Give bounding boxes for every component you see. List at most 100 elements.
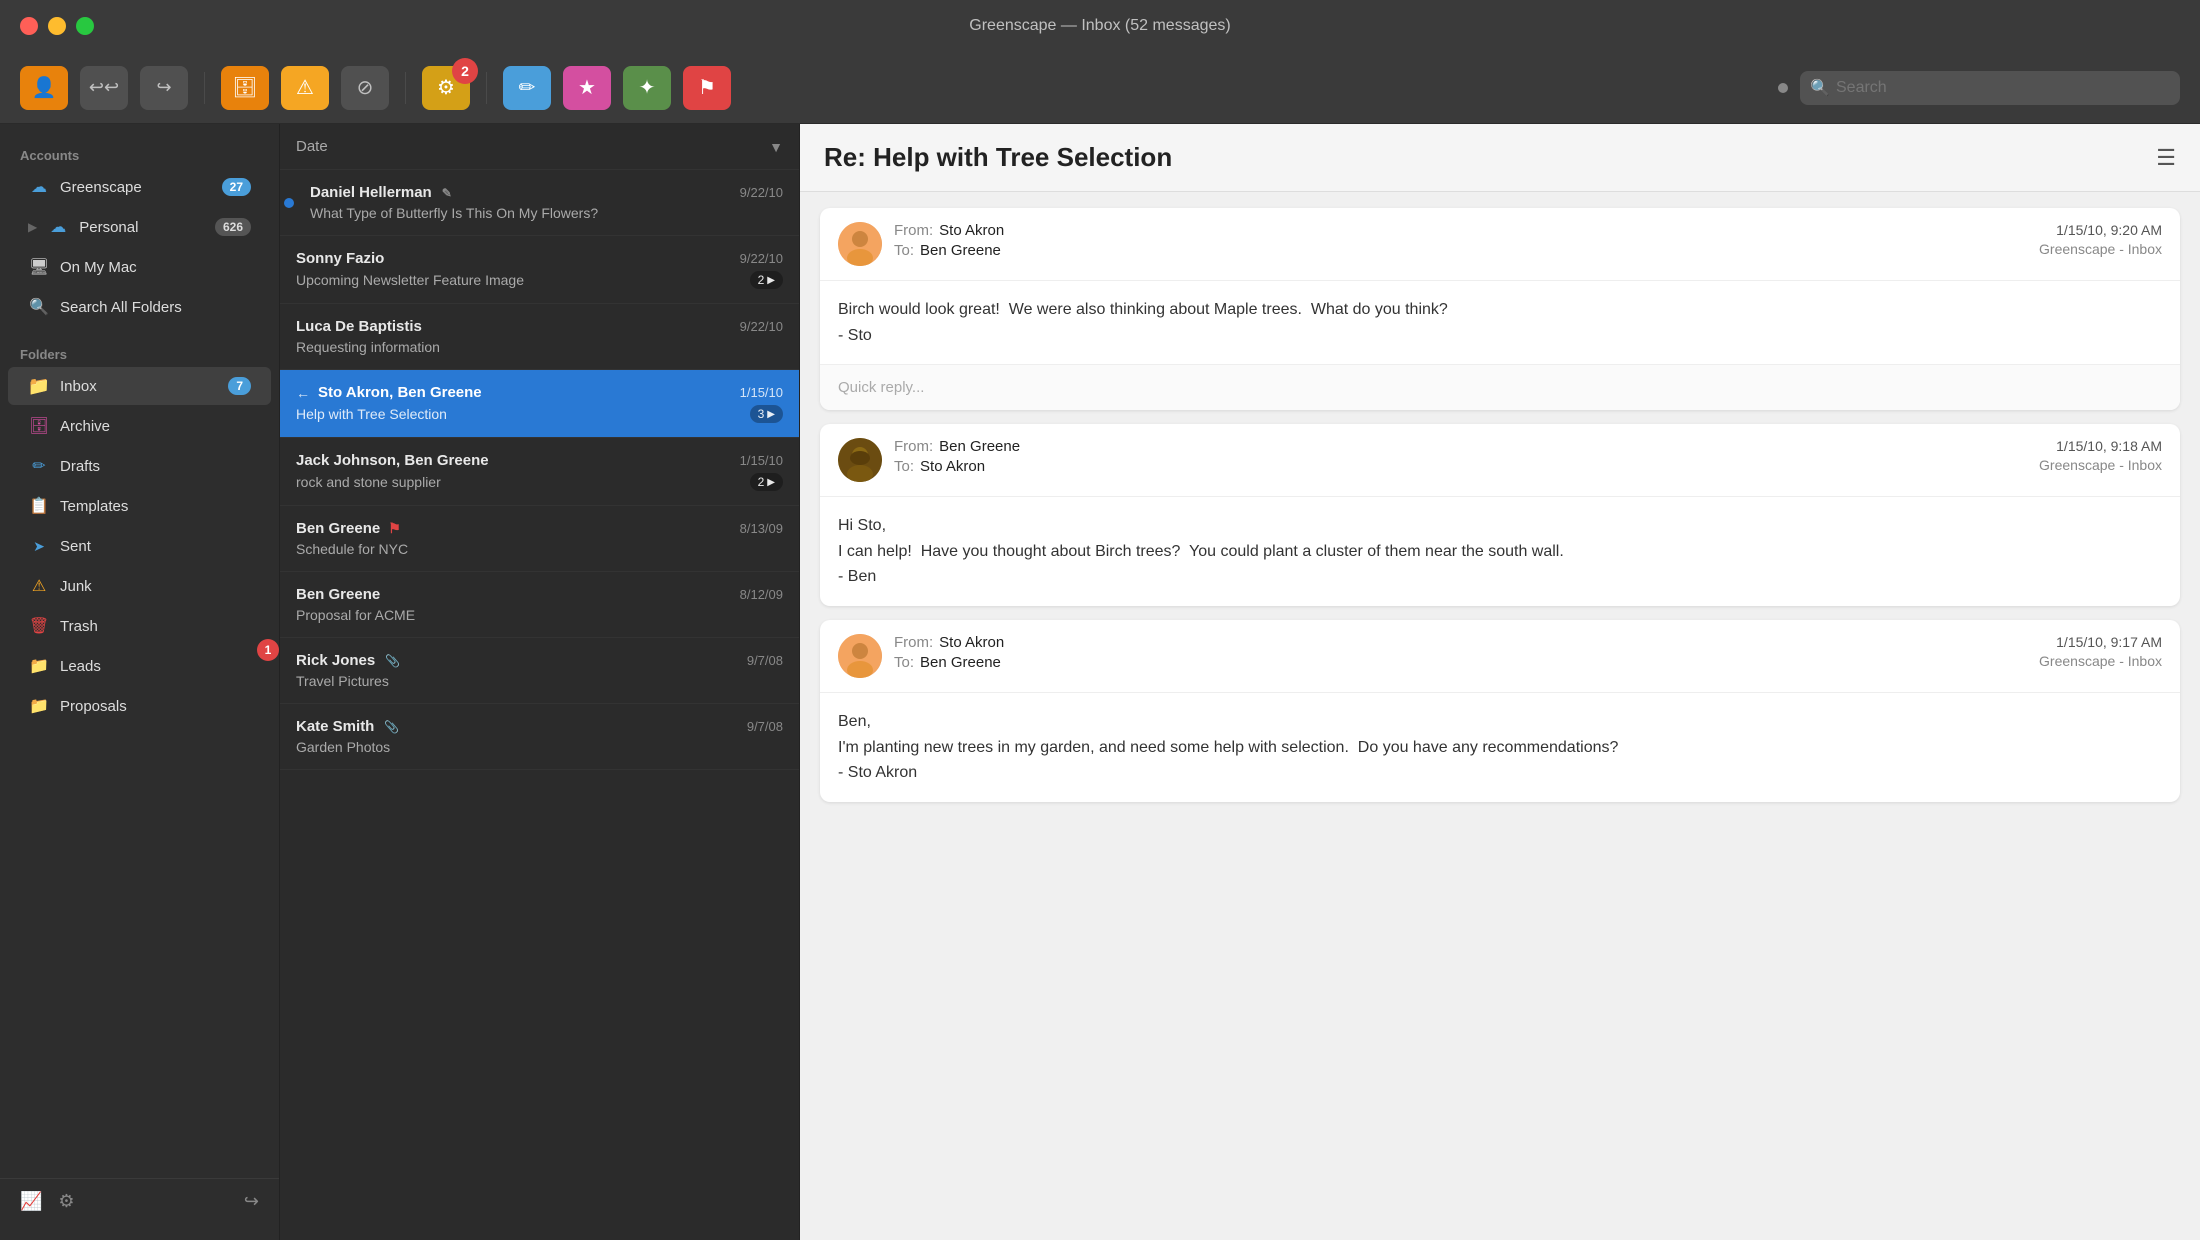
minimize-button[interactable] bbox=[48, 17, 66, 35]
to-label: To: bbox=[894, 242, 914, 259]
email-subject: Requesting information bbox=[296, 339, 783, 355]
email-item-top: Sonny Fazio 9/22/10 bbox=[296, 250, 783, 267]
titlebar: Greenscape — Inbox (52 messages) bbox=[0, 0, 2200, 52]
compose-button[interactable]: ✏ bbox=[503, 66, 551, 110]
toolbar: 👤 ↩↩ ↪ 🗄 ⚠ ⊘ ⚙ 2 ✏ ★ ✦ ⚑ 🔍 bbox=[0, 52, 2200, 124]
sidebar-item-sent[interactable]: ➤ Sent bbox=[8, 527, 271, 565]
email-subject-text: rock and stone supplier bbox=[296, 474, 441, 490]
email-item-3[interactable]: Luca De Baptistis 9/22/10 Requesting inf… bbox=[280, 304, 799, 370]
forward-icon: ↪ bbox=[156, 77, 171, 98]
thread-badge: 3 ▶ bbox=[750, 405, 783, 423]
reply-all-button[interactable]: ↩↩ bbox=[80, 66, 128, 110]
email-item-4[interactable]: ← Sto Akron, Ben Greene 1/15/10 Help wit… bbox=[280, 370, 799, 438]
email-date: 1/15/10 bbox=[740, 453, 783, 468]
from-row-1: From: Sto Akron bbox=[894, 222, 1004, 239]
archive-folder-icon: 🗄 bbox=[28, 415, 50, 437]
flag-button[interactable]: ⚑ bbox=[683, 66, 731, 110]
tag-button[interactable]: ✦ bbox=[623, 66, 671, 110]
to-row-2: To: Sto Akron bbox=[894, 458, 1020, 475]
email-item-9[interactable]: Kate Smith 📎 9/7/08 Garden Photos bbox=[280, 704, 799, 770]
avatar-sto-2 bbox=[838, 634, 882, 678]
email-subject-text: Upcoming Newsletter Feature Image bbox=[296, 272, 524, 288]
sidebar-greenscape-label: Greenscape bbox=[60, 179, 212, 196]
message-time-3: 1/15/10, 9:17 AM bbox=[2056, 634, 2162, 650]
email-subject-text: Travel Pictures bbox=[296, 673, 389, 689]
sidebar-item-trash[interactable]: 🗑 Trash bbox=[8, 607, 271, 645]
sidebar-junk-label: Junk bbox=[60, 578, 251, 595]
message-meta-3: From: Sto Akron To: Ben Greene bbox=[838, 634, 2039, 678]
search-input[interactable] bbox=[1800, 71, 2180, 105]
email-item-2[interactable]: Sonny Fazio 9/22/10 Upcoming Newsletter … bbox=[280, 236, 799, 304]
attachment-icon: 📎 bbox=[385, 654, 400, 668]
junk-folder-icon: ⚠ bbox=[28, 575, 50, 597]
email-sender: Ben Greene ⚑ bbox=[296, 520, 401, 537]
sidebar-item-templates[interactable]: 📋 Templates bbox=[8, 487, 271, 525]
sort-chevron-icon[interactable]: ▼ bbox=[769, 139, 783, 155]
to-name-3: Ben Greene bbox=[920, 654, 1001, 671]
email-item-top: Ben Greene ⚑ 8/13/09 bbox=[296, 520, 783, 537]
detail-menu-icon[interactable]: ☰ bbox=[2156, 145, 2176, 171]
delete-button[interactable]: ⊘ bbox=[341, 66, 389, 110]
time-info-1: 1/15/10, 9:20 AM Greenscape - Inbox bbox=[2039, 222, 2162, 257]
sidebar-item-proposals[interactable]: 📁 Proposals bbox=[8, 687, 271, 725]
email-item-7[interactable]: Ben Greene 8/12/09 Proposal for ACME bbox=[280, 572, 799, 638]
inbox-icon: 📁 bbox=[28, 375, 50, 397]
email-subject: Travel Pictures bbox=[296, 673, 783, 689]
gear-icon: ⚙ bbox=[437, 75, 455, 100]
email-item-8[interactable]: Rick Jones 📎 9/7/08 Travel Pictures bbox=[280, 638, 799, 704]
templates-icon: 📋 bbox=[28, 495, 50, 517]
detail-title: Re: Help with Tree Selection bbox=[824, 142, 1172, 173]
sidebar-item-inbox[interactable]: 📁 Inbox 7 bbox=[8, 367, 271, 405]
email-sender: Ben Greene bbox=[296, 586, 380, 603]
email-subject-text: What Type of Butterfly Is This On My Flo… bbox=[310, 205, 598, 221]
message-card-3: From: Sto Akron To: Ben Greene 1/15/10, … bbox=[820, 620, 2180, 802]
archive-button[interactable]: 🗄 bbox=[221, 66, 269, 110]
search-icon: 🔍 bbox=[1810, 78, 1830, 98]
folders-label: Folders bbox=[0, 339, 279, 366]
email-sender: Sonny Fazio bbox=[296, 250, 384, 267]
email-item-1[interactable]: Daniel Hellerman ✎ 9/22/10 What Type of … bbox=[280, 170, 799, 236]
email-sender: Kate Smith 📎 bbox=[296, 718, 399, 735]
sidebar-item-leads[interactable]: 📁 Leads 1 bbox=[8, 647, 271, 685]
sidebar-item-junk[interactable]: ⚠ Junk bbox=[8, 567, 271, 605]
tag-icon: ✦ bbox=[639, 75, 656, 100]
email-sender: Jack Johnson, Ben Greene bbox=[296, 452, 489, 469]
from-label-3: From: bbox=[894, 634, 933, 651]
junk-button[interactable]: ⚠ bbox=[281, 66, 329, 110]
from-label: From: bbox=[894, 222, 933, 239]
email-item-5[interactable]: Jack Johnson, Ben Greene 1/15/10 rock an… bbox=[280, 438, 799, 506]
email-subject-text: Requesting information bbox=[296, 339, 440, 355]
sidebar-item-search-all[interactable]: 🔍 Search All Folders bbox=[8, 288, 271, 326]
signout-icon[interactable]: ↪ bbox=[244, 1191, 259, 1212]
cloud-icon: ☁ bbox=[28, 176, 50, 198]
forward-button[interactable]: ↪ bbox=[140, 66, 188, 110]
sidebar-item-personal[interactable]: ▶ ☁ Personal 626 bbox=[8, 208, 271, 246]
from-label-2: From: bbox=[894, 438, 933, 455]
junk-icon: ⚠ bbox=[296, 75, 314, 100]
email-item-top: Kate Smith 📎 9/7/08 bbox=[296, 718, 783, 735]
quick-reply-1[interactable]: Quick reply... bbox=[820, 364, 2180, 410]
sidebar-item-archive[interactable]: 🗄 Archive bbox=[8, 407, 271, 445]
star-button[interactable]: ★ bbox=[563, 66, 611, 110]
account-button[interactable]: 👤 bbox=[20, 66, 68, 110]
message-header-2: From: Ben Greene To: Sto Akron 1/15/10, … bbox=[820, 424, 2180, 497]
activity-icon[interactable]: 📈 bbox=[20, 1191, 42, 1212]
sort-label: Date bbox=[296, 138, 328, 155]
maximize-button[interactable] bbox=[76, 17, 94, 35]
settings-btn-wrap: ⚙ 2 bbox=[422, 66, 470, 110]
email-item-6[interactable]: Ben Greene ⚑ 8/13/09 Schedule for NYC bbox=[280, 506, 799, 572]
dot-indicator bbox=[1778, 83, 1788, 93]
sidebar-item-on-my-mac[interactable]: 🖥 On My Mac bbox=[8, 248, 271, 286]
settings-bottom-icon[interactable]: ⚙ bbox=[58, 1191, 74, 1212]
sidebar-templates-label: Templates bbox=[60, 498, 251, 515]
sidebar-item-greenscape[interactable]: ☁ Greenscape 27 bbox=[8, 168, 271, 206]
leads-icon: 📁 bbox=[28, 655, 50, 677]
sidebar-onmymac-label: On My Mac bbox=[60, 259, 251, 276]
email-subject-text: Garden Photos bbox=[296, 739, 390, 755]
message-meta-1: From: Sto Akron To: Ben Greene bbox=[838, 222, 2039, 266]
leads-notification-badge: 1 bbox=[257, 639, 279, 661]
sidebar-item-drafts[interactable]: ✏ Drafts bbox=[8, 447, 271, 485]
chevron-right-icon: ▶ bbox=[28, 220, 37, 234]
thread-badge: 2 ▶ bbox=[750, 473, 783, 491]
close-button[interactable] bbox=[20, 17, 38, 35]
